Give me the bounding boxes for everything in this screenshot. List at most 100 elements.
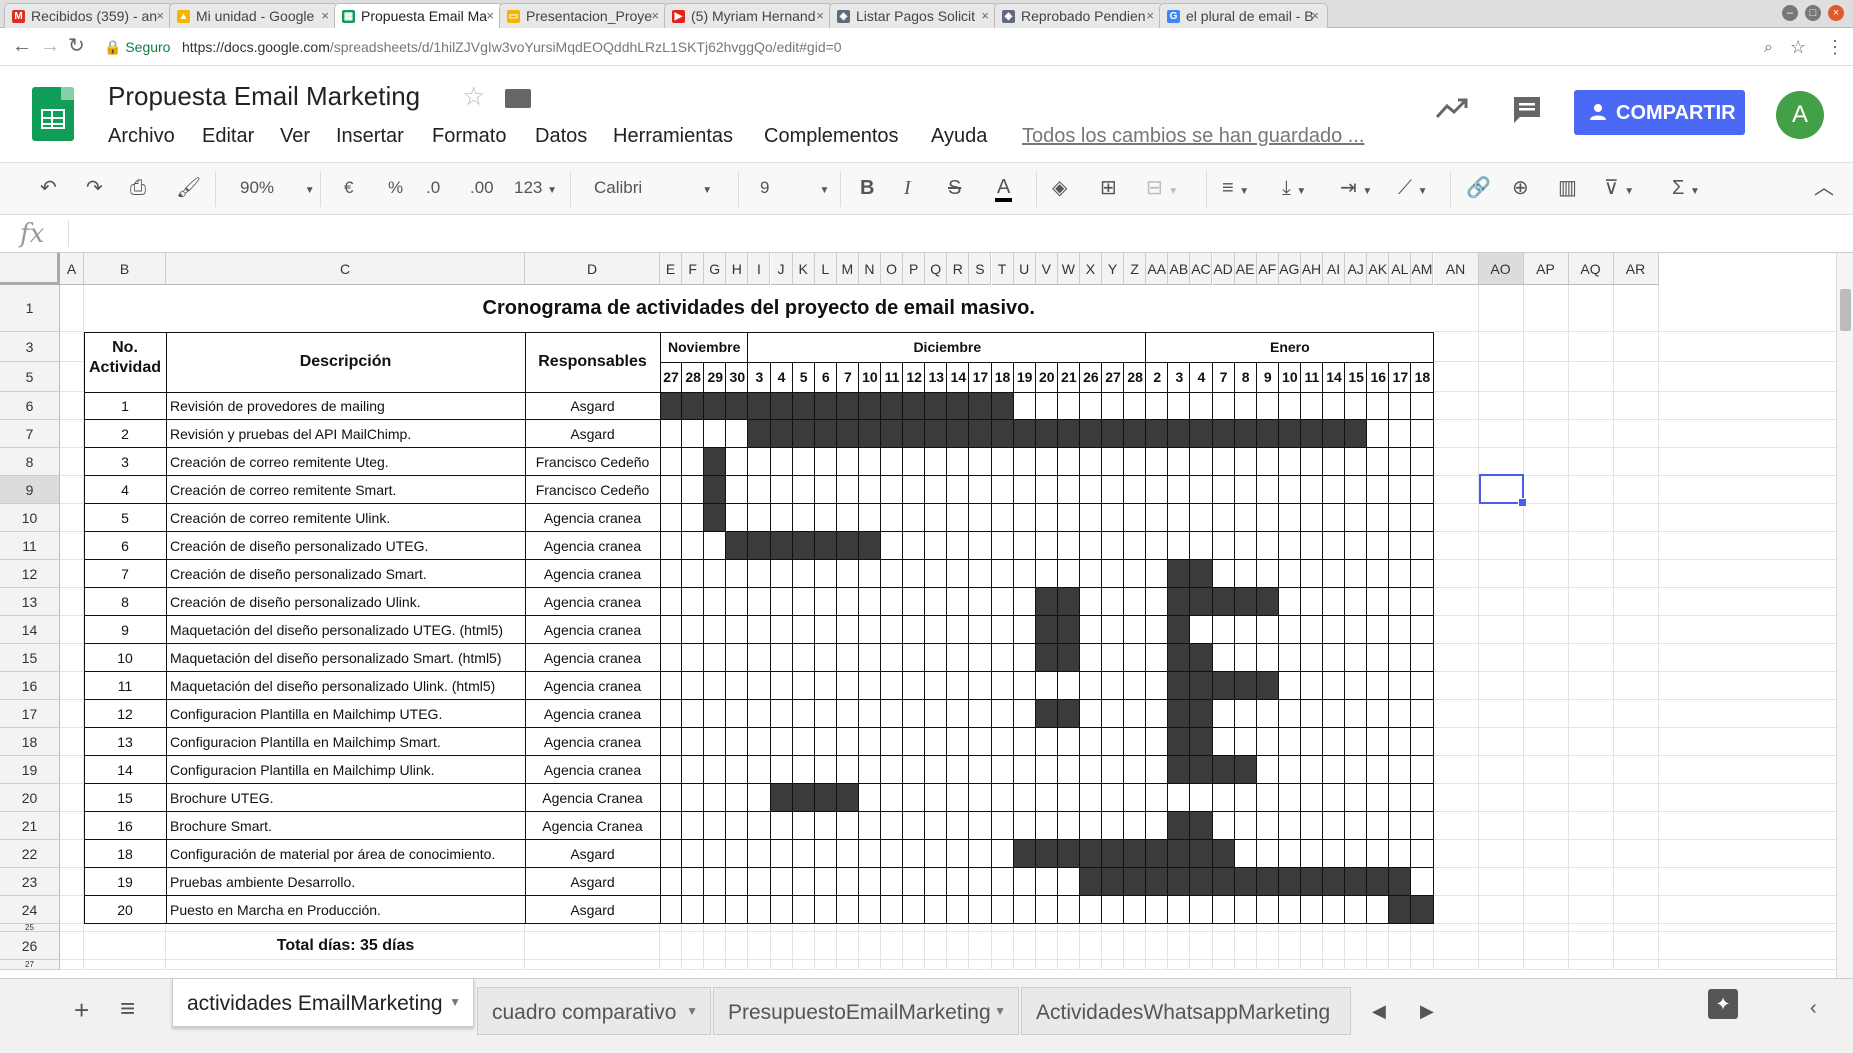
comments-icon[interactable]	[1512, 95, 1542, 125]
row-header[interactable]: 1	[0, 285, 60, 332]
menu-archivo[interactable]: Archivo	[108, 125, 175, 148]
column-header[interactable]: T	[991, 253, 1014, 285]
borders-icon[interactable]: ⊞	[1100, 176, 1117, 200]
scroll-thumb[interactable]	[1840, 289, 1851, 331]
row-header[interactable]: 10	[0, 504, 60, 532]
undo-icon[interactable]: ↶	[40, 176, 57, 200]
folder-icon[interactable]	[505, 89, 531, 108]
column-header[interactable]: K	[792, 253, 815, 285]
sheet-tab-actividades-whatsapp[interactable]: ActividadesWhatsappMarketing	[1021, 987, 1351, 1035]
column-header[interactable]: Y	[1102, 253, 1125, 285]
side-panel-toggle-icon[interactable]: ‹	[1810, 997, 1817, 1020]
row-header[interactable]: 17	[0, 700, 60, 728]
bookmark-star-icon[interactable]: ☆	[1790, 37, 1806, 57]
column-header[interactable]: I	[748, 253, 771, 285]
row-header[interactable]: 7	[0, 420, 60, 448]
column-header[interactable]: AC	[1190, 253, 1213, 285]
column-header[interactable]: W	[1057, 253, 1080, 285]
add-sheet-icon[interactable]: +	[74, 995, 89, 1026]
column-header[interactable]: AI	[1323, 253, 1346, 285]
sheets-logo-icon[interactable]	[32, 87, 74, 141]
column-header[interactable]: Q	[925, 253, 948, 285]
column-header[interactable]: AH	[1300, 253, 1323, 285]
close-window-button[interactable]: ×	[1828, 5, 1844, 21]
row-header[interactable]: 21	[0, 812, 60, 840]
column-header[interactable]: M	[836, 253, 859, 285]
row-header[interactable]: 13	[0, 588, 60, 616]
url-field[interactable]: 🔒 Seguro https://docs.google.com/spreads…	[96, 32, 1796, 62]
column-header[interactable]: D	[525, 253, 660, 285]
browser-tab[interactable]: ▲ Mi unidad - Google ×	[169, 3, 338, 28]
vertical-scrollbar[interactable]	[1836, 253, 1853, 978]
close-tab-icon[interactable]: ×	[1311, 8, 1319, 23]
column-header[interactable]: N	[858, 253, 881, 285]
maximize-button[interactable]: □	[1805, 5, 1821, 21]
row-header[interactable]: 6	[0, 392, 60, 420]
url-text[interactable]: https://docs.google.com/spreadsheets/d/1…	[182, 39, 842, 55]
more-formats-select[interactable]: 123 ▼	[514, 176, 557, 203]
bold-button[interactable]: B	[860, 176, 874, 200]
column-header[interactable]: AQ	[1568, 253, 1614, 285]
column-header[interactable]: AB	[1168, 253, 1191, 285]
column-header[interactable]: AG	[1278, 253, 1301, 285]
row-header[interactable]: 11	[0, 532, 60, 560]
text-color-button[interactable]: A	[995, 176, 1013, 202]
close-tab-icon[interactable]: ×	[486, 8, 494, 23]
star-icon[interactable]: ☆	[462, 81, 485, 112]
row-header[interactable]: 26	[0, 932, 60, 960]
row-header[interactable]: 3	[0, 332, 60, 362]
column-header[interactable]: AJ	[1345, 253, 1368, 285]
column-header[interactable]: AR	[1613, 253, 1659, 285]
browser-tab[interactable]: M Recibidos (359) - an ×	[4, 3, 173, 28]
column-header[interactable]: O	[881, 253, 904, 285]
insert-chart-icon[interactable]: ▥	[1558, 176, 1577, 200]
save-status-link[interactable]: Todos los cambios se han guardado ...	[1022, 125, 1364, 148]
column-header[interactable]: L	[814, 253, 837, 285]
column-header[interactable]: AM	[1411, 253, 1434, 285]
column-header[interactable]: X	[1079, 253, 1102, 285]
menu-insertar[interactable]: Insertar	[336, 125, 404, 148]
column-header[interactable]: B	[84, 253, 166, 285]
menu-herramientas[interactable]: Herramientas	[613, 125, 733, 148]
spreadsheet-grid[interactable]: A B C D E F G H I J K L M N O P Q R S T U V W X Y Z AA AB AC AD AE AF AG…	[0, 253, 1853, 978]
row-header[interactable]: 22	[0, 840, 60, 868]
menu-ver[interactable]: Ver	[280, 125, 310, 148]
column-header[interactable]: P	[903, 253, 926, 285]
browser-tab[interactable]: ▭ Presentacion_Proye ×	[499, 3, 668, 28]
zoom-select[interactable]: 90% ▼	[240, 176, 315, 203]
column-header[interactable]: AP	[1523, 253, 1569, 285]
close-tab-icon[interactable]: ×	[321, 8, 329, 23]
scroll-tabs-left-icon[interactable]: ◀	[1372, 1001, 1386, 1022]
collapse-toolbar-icon[interactable]: ︿	[1814, 176, 1834, 200]
formula-input[interactable]	[80, 223, 1780, 245]
row-header[interactable]: 27	[0, 960, 60, 970]
column-header[interactable]: A	[60, 253, 84, 285]
increase-decimal-button[interactable]: .00	[470, 176, 494, 200]
row-header[interactable]: 24	[0, 896, 60, 924]
activity-trend-icon[interactable]	[1436, 97, 1468, 119]
scroll-tabs-right-icon[interactable]: ▶	[1420, 1001, 1434, 1022]
column-header[interactable]: AE	[1234, 253, 1257, 285]
selected-cell[interactable]	[1478, 474, 1527, 507]
close-tab-icon[interactable]: ×	[816, 8, 824, 23]
merge-cells-icon[interactable]: ⊟ ▼	[1146, 176, 1178, 204]
row-header[interactable]: 5	[0, 362, 60, 392]
column-header[interactable]: U	[1013, 253, 1036, 285]
horizontal-align-icon[interactable]: ≡ ▼	[1222, 176, 1249, 204]
fill-color-icon[interactable]: ◈	[1052, 176, 1067, 200]
close-tab-icon[interactable]: ×	[651, 8, 659, 23]
row-header[interactable]: 19	[0, 756, 60, 784]
column-header[interactable]: AN	[1433, 253, 1479, 285]
column-header[interactable]: Z	[1124, 253, 1147, 285]
share-button[interactable]: COMPARTIR	[1574, 90, 1745, 135]
text-rotation-icon[interactable]: ⟋ ▼	[1398, 176, 1427, 204]
currency-format-button[interactable]: €	[344, 176, 353, 200]
row-header[interactable]: 9	[0, 476, 60, 504]
column-header[interactable]: AL	[1389, 253, 1412, 285]
insert-comment-icon[interactable]: ⊕	[1512, 176, 1529, 200]
forward-icon[interactable]: →	[40, 36, 60, 56]
menu-ayuda[interactable]: Ayuda	[931, 125, 987, 148]
row-header[interactable]: 16	[0, 672, 60, 700]
column-header[interactable]: AK	[1367, 253, 1390, 285]
minimize-button[interactable]: –	[1782, 5, 1798, 21]
